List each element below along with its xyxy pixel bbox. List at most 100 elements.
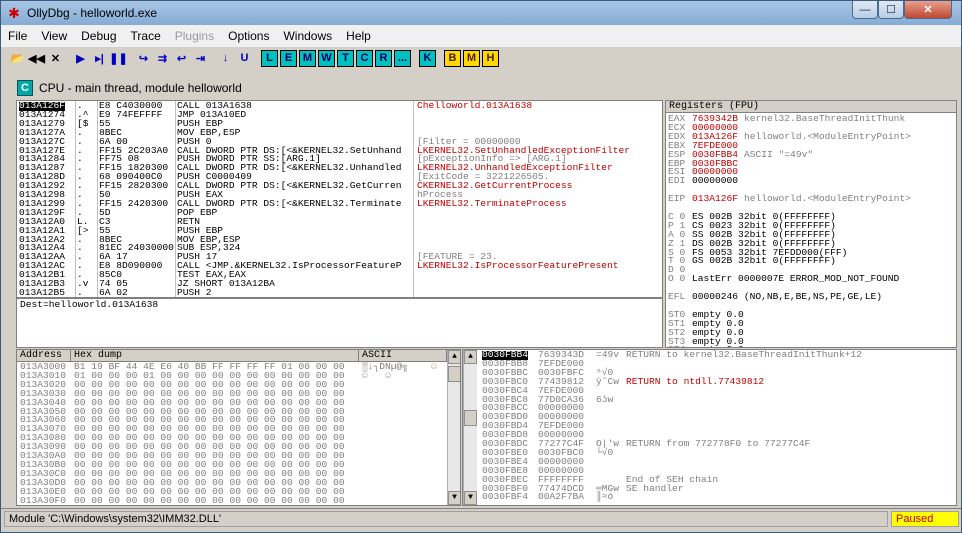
- seh-chain-icon[interactable]: K: [419, 49, 436, 67]
- dump-scroll-thumb[interactable]: [448, 366, 460, 382]
- ollydbg-window: ✱ OllyDbg - helloworld.exe — ☐ ✕ File Vie…: [0, 0, 962, 533]
- pause-icon[interactable]: ❚❚: [109, 50, 127, 67]
- open-icon[interactable]: 📂: [9, 49, 26, 67]
- cpu-window-icon: C: [17, 80, 33, 96]
- status-message: Module 'C:\Windows\system32\IMM32.DLL': [4, 511, 888, 527]
- dump-pane[interactable]: Address Hex dump ASCII 013A3000 B1 19 BF …: [16, 349, 461, 506]
- stack-address: 0030FBF4: [482, 491, 529, 503]
- disasm-marker: .: [77, 286, 83, 298]
- stack-scroll-down-icon[interactable]: ▼: [464, 491, 477, 505]
- dump-row[interactable]: 013A30F0 00 00 00 00 00 00 00 00 00 00 00…: [17, 494, 447, 506]
- disasm-instruction: PUSH 2: [177, 286, 212, 298]
- menu-options[interactable]: Options: [221, 29, 276, 43]
- hardware-breakpoints-icon[interactable]: H: [482, 49, 499, 67]
- memory-map-icon[interactable]: M: [299, 49, 316, 67]
- go-to-user-code-icon[interactable]: ⇥: [192, 50, 209, 67]
- register-line[interactable]: O 0 LastErr 0000007E ERROR_MOD_NOT_FOUND: [668, 273, 956, 285]
- call-stack-icon[interactable]: ...: [394, 49, 411, 67]
- minimize-button[interactable]: —: [852, 1, 878, 19]
- disasm-row[interactable]: 013A12B5. 6A 02 PUSH 2: [17, 286, 662, 298]
- register-name: ST4: [668, 345, 685, 347]
- menu-bar: File View Debug Trace Plugins Options Windows H…: [1, 25, 961, 47]
- status-state: Paused: [891, 511, 959, 527]
- register-comment: helloworld.<ModuleEntryPoint>: [744, 193, 911, 205]
- breakpoints-icon[interactable]: B: [444, 49, 461, 67]
- register-line[interactable]: T 0 GS 002B 32bit 0(FFFFFFFF): [668, 255, 956, 267]
- disasm-column-divider: [97, 101, 98, 297]
- menu-view[interactable]: View: [34, 29, 74, 43]
- disasm-row[interactable]: 013A1299. FF15 2420300 CALL DWORD PTR DS:[…: [17, 197, 662, 209]
- dump-hex: 00 00 00 00 00 00 00 00 00 00 00 00 00 0…: [74, 494, 345, 506]
- stack-comment: RETURN to kernel32.BaseThreadInitThunk+1…: [626, 349, 863, 360]
- menu-trace[interactable]: Trace: [124, 29, 168, 43]
- user-code-icon[interactable]: U: [236, 50, 253, 67]
- dump-address: 013A30F0: [20, 494, 67, 506]
- stack-scroll-up-icon[interactable]: ▲: [464, 350, 477, 364]
- close-program-icon[interactable]: ✕: [47, 49, 64, 67]
- step-over-icon[interactable]: ↪: [135, 50, 152, 67]
- disasm-row[interactable]: 013A1274 .^ E9 74FEFFFF JMP 013A10ED: [17, 110, 662, 120]
- menu-windows[interactable]: Windows: [276, 29, 339, 43]
- register-line[interactable]: EFL 00000246 (NO,NB,E,BE,NS,PE,GE,LE): [668, 291, 956, 302]
- disassembly-pane[interactable]: 013A126F. E8 C4030000 CALL 013A1638 Chellow…: [16, 100, 663, 298]
- menu-help[interactable]: Help: [339, 29, 378, 43]
- menu-debug[interactable]: Debug: [74, 29, 123, 43]
- disasm-column-divider: [75, 101, 76, 297]
- disasm-row[interactable]: 013A12A0 L. C3 RETN: [17, 216, 662, 227]
- register-name: EIP: [668, 193, 686, 205]
- threads-icon[interactable]: T: [337, 49, 354, 67]
- disasm-comment: LKERNEL32.IsProcessorFeaturePresent: [417, 260, 619, 272]
- register-name: EFL: [668, 291, 686, 302]
- stack-ascii: └√0: [596, 446, 614, 458]
- stack-pane[interactable]: ▲ ▼ 0030FBB4 7639343D =49v RETURN to kernel…: [462, 349, 957, 506]
- executable-modules-icon[interactable]: E: [280, 49, 297, 67]
- registers-pane[interactable]: Registers (FPU) EAX 7639342B kernel32.Base…: [665, 100, 957, 348]
- dump-scroll-down-icon[interactable]: ▼: [448, 491, 460, 505]
- execute-till-return-icon[interactable]: ↩: [173, 50, 190, 67]
- windows-icon[interactable]: W: [318, 49, 335, 67]
- register-line[interactable]: EIP 013A126F helloworld.<ModuleEntryPoint>: [668, 193, 956, 205]
- animate-into-icon[interactable]: ⇉: [154, 50, 171, 67]
- info-pane: Dest=helloworld.013A1638: [16, 298, 663, 348]
- run-icon[interactable]: ▶: [72, 50, 89, 67]
- dump-scroll-up-icon[interactable]: ▲: [448, 350, 460, 364]
- disasm-row[interactable]: 013A1292. FF15 2820300 CALL DWORD PTR DS:[…: [17, 181, 662, 191]
- patches-icon[interactable]: R: [375, 49, 392, 67]
- register-name: EDI: [668, 175, 686, 187]
- maximize-button[interactable]: ☐: [878, 1, 904, 19]
- register-name: O 0: [668, 273, 686, 285]
- register-line[interactable]: ST4 empty 0.0: [668, 345, 956, 347]
- stack-comment: RETURN from 772778F0 to 77277C4F: [626, 438, 811, 449]
- register-comment: kernel32.BaseThreadInitThunk: [744, 113, 906, 124]
- register-comment: helloworld.<ModuleEntryPoint>: [744, 130, 911, 142]
- stack-comment: SE handler: [626, 482, 684, 494]
- rewind-icon[interactable]: ◀◀: [28, 49, 45, 67]
- menu-plugins[interactable]: Plugins: [168, 29, 221, 43]
- disasm-bytes: 6A 02: [99, 286, 128, 298]
- disasm-comment: Chelloworld.013A1638: [417, 100, 533, 111]
- stack-row[interactable]: 0030FBF4 00A2F7BA ║≈ó: [480, 491, 956, 503]
- title-bar: ✱ OllyDbg - helloworld.exe — ☐ ✕: [1, 1, 961, 25]
- dump-scrollbar[interactable]: ▲ ▼: [447, 350, 460, 505]
- cpu-icon[interactable]: C: [356, 49, 373, 67]
- disasm-column-divider: [175, 101, 176, 297]
- stack-scroll-thumb[interactable]: [464, 410, 477, 426]
- memory-breakpoints-icon[interactable]: M: [463, 49, 480, 67]
- disasm-row[interactable]: 013A129F. 5D POP EBP: [17, 208, 662, 218]
- execute-till-user-code-icon[interactable]: ↓: [217, 50, 234, 67]
- stack-ascii: 6ʖw: [596, 393, 614, 405]
- menu-file[interactable]: File: [1, 29, 34, 43]
- close-button[interactable]: ✕: [904, 1, 952, 19]
- step-into-icon[interactable]: ▸|: [91, 50, 108, 67]
- disasm-comment: LKERNEL32.TerminateProcess: [417, 197, 567, 209]
- stack-comment: RETURN to ntdll.77439812: [626, 375, 765, 387]
- register-value: 00000000: [692, 175, 739, 187]
- stack-ascii: ║≈ó: [596, 491, 614, 503]
- window-title: OllyDbg - helloworld.exe: [27, 6, 158, 20]
- log-window-icon[interactable]: L: [261, 49, 278, 67]
- registers-header: Registers (FPU): [666, 101, 956, 113]
- stack-scrollbar[interactable]: ▲ ▼: [463, 350, 477, 505]
- register-line[interactable]: EDI 00000000: [668, 175, 956, 187]
- register-value: GS 002B 32bit 0(FFFFFFFF): [692, 255, 836, 267]
- cpu-window-title: CPU - main thread, module helloworld: [39, 81, 242, 95]
